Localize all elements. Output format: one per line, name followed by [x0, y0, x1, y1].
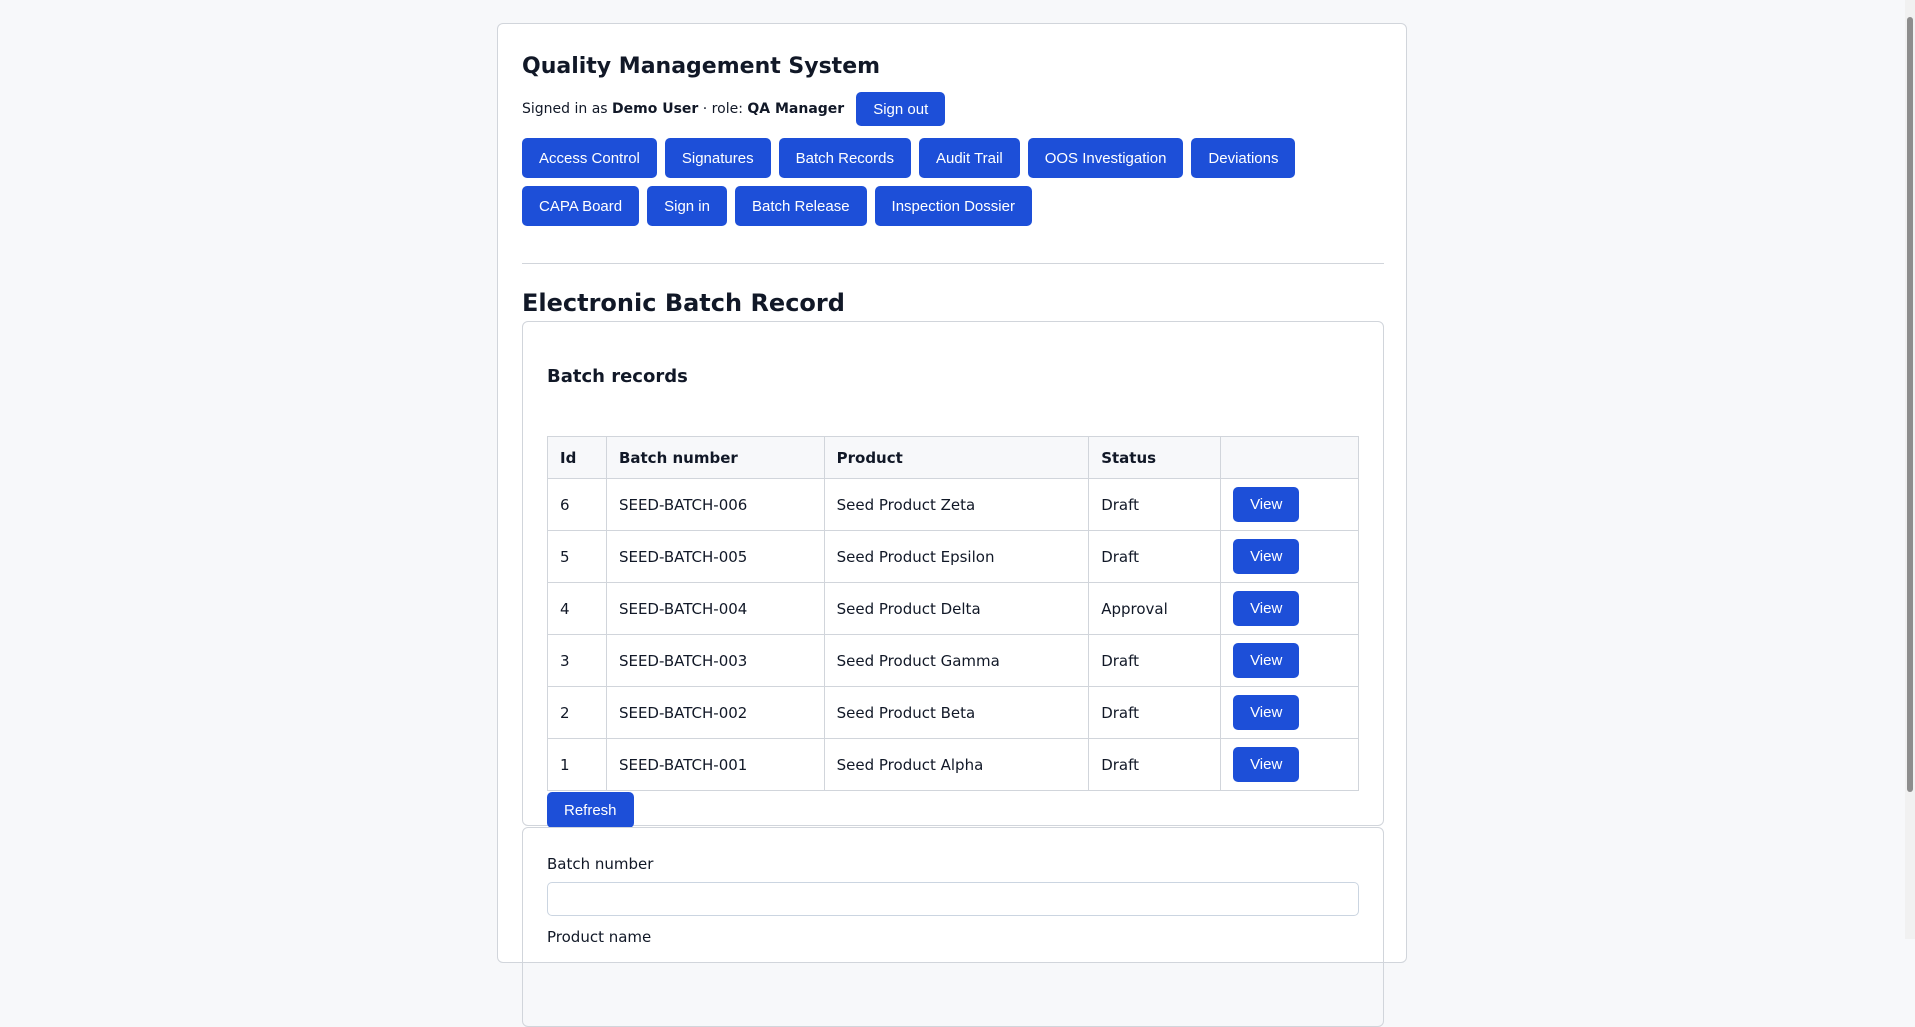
cell-action: View	[1220, 582, 1359, 635]
view-record-button[interactable]: View	[1233, 539, 1300, 574]
main-panel: Quality Management System Signed in as D…	[497, 23, 1407, 1027]
cell-status: Draft	[1088, 686, 1222, 739]
cell-batch-number: SEED-BATCH-004	[605, 582, 825, 635]
cell-product: Seed Product Epsilon	[823, 530, 1090, 583]
column-header-batch-number: Batch number	[605, 436, 825, 479]
role-separator: · role:	[702, 101, 743, 117]
column-header-id: Id	[547, 436, 607, 479]
table-header-row: Id Batch number Product Status	[547, 436, 1359, 479]
column-header-product: Product	[823, 436, 1090, 479]
cell-batch-number: SEED-BATCH-002	[605, 686, 825, 739]
table-row: 3 SEED-BATCH-003 Seed Product Gamma Draf…	[547, 634, 1359, 687]
cell-id: 6	[547, 478, 607, 531]
column-header-status: Status	[1088, 436, 1222, 479]
cell-action: View	[1220, 530, 1359, 583]
refresh-button[interactable]: Refresh	[547, 792, 634, 828]
table-row: 5 SEED-BATCH-005 Seed Product Epsilon Dr…	[547, 530, 1359, 583]
signed-in-prefix: Signed in as	[522, 101, 608, 117]
vertical-scrollbar[interactable]	[1905, 0, 1915, 939]
view-record-button[interactable]: View	[1233, 747, 1300, 782]
nav-oos-investigation-button[interactable]: OOS Investigation	[1027, 138, 1184, 178]
cell-product: Seed Product Delta	[823, 582, 1090, 635]
cell-id: 5	[547, 530, 607, 583]
cell-action: View	[1220, 634, 1359, 687]
nav-audit-trail-button[interactable]: Audit Trail	[918, 138, 1020, 178]
nav-capa-board-button[interactable]: CAPA Board	[522, 186, 640, 226]
view-record-button[interactable]: View	[1233, 695, 1300, 730]
table-row: 4 SEED-BATCH-004 Seed Product Delta Appr…	[547, 582, 1359, 635]
batch-number-input[interactable]	[547, 882, 1359, 916]
cell-status: Draft	[1088, 634, 1222, 687]
cell-batch-number: SEED-BATCH-003	[605, 634, 825, 687]
cell-product: Seed Product Zeta	[823, 478, 1090, 531]
cell-action: View	[1220, 686, 1359, 739]
cell-status: Draft	[1088, 738, 1222, 791]
user-role: QA Manager	[747, 101, 845, 117]
product-name-label: Product name	[547, 928, 652, 946]
cell-product: Seed Product Beta	[823, 686, 1090, 739]
table-row: 2 SEED-BATCH-002 Seed Product Beta Draft…	[547, 686, 1359, 739]
page-title: Electronic Batch Record	[522, 289, 845, 317]
column-header-action	[1220, 436, 1359, 479]
table-row: 6 SEED-BATCH-006 Seed Product Zeta Draft…	[547, 478, 1359, 531]
nav-signatures-button[interactable]: Signatures	[664, 138, 771, 178]
nav-access-control-button[interactable]: Access Control	[522, 138, 657, 178]
view-record-button[interactable]: View	[1233, 643, 1300, 678]
cell-batch-number: SEED-BATCH-006	[605, 478, 825, 531]
scrollbar-thumb[interactable]	[1907, 17, 1913, 792]
view-record-button[interactable]: View	[1233, 487, 1300, 522]
nav-batch-release-button[interactable]: Batch Release	[734, 186, 867, 226]
table-row: 1 SEED-BATCH-001 Seed Product Alpha Draf…	[547, 738, 1359, 791]
batch-records-table: Id Batch number Product Status 6 SEED-BA…	[547, 436, 1359, 791]
user-name: Demo User	[612, 101, 699, 117]
user-status: Signed in as Demo User · role: QA Manage…	[522, 92, 946, 126]
cell-product: Seed Product Alpha	[823, 738, 1090, 791]
cell-id: 4	[547, 582, 607, 635]
cell-id: 1	[547, 738, 607, 791]
cell-batch-number: SEED-BATCH-001	[605, 738, 825, 791]
cell-status: Draft	[1088, 478, 1222, 531]
cell-id: 2	[547, 686, 607, 739]
header-divider	[522, 263, 1384, 264]
module-nav: Access Control Signatures Batch Records …	[522, 138, 1384, 226]
batch-number-label: Batch number	[547, 855, 654, 873]
cell-status: Draft	[1088, 530, 1222, 583]
cell-action: View	[1220, 478, 1359, 531]
batch-records-card: Batch records Id Batch number Product St…	[522, 321, 1384, 828]
cell-batch-number: SEED-BATCH-005	[605, 530, 825, 583]
cell-status: Approval	[1088, 582, 1222, 635]
batch-records-heading: Batch records	[547, 366, 688, 387]
view-record-button[interactable]: View	[1233, 591, 1300, 626]
nav-sign-in-button[interactable]: Sign in	[647, 186, 727, 226]
cell-product: Seed Product Gamma	[823, 634, 1090, 687]
batch-record-form: Batch number Product name	[522, 827, 1384, 1027]
nav-batch-records-button[interactable]: Batch Records	[778, 138, 911, 178]
nav-inspection-dossier-button[interactable]: Inspection Dossier	[874, 186, 1032, 226]
nav-deviations-button[interactable]: Deviations	[1191, 138, 1296, 178]
sign-out-button[interactable]: Sign out	[856, 92, 946, 126]
cell-id: 3	[547, 634, 607, 687]
cell-action: View	[1220, 738, 1359, 791]
app-title: Quality Management System	[522, 54, 881, 79]
